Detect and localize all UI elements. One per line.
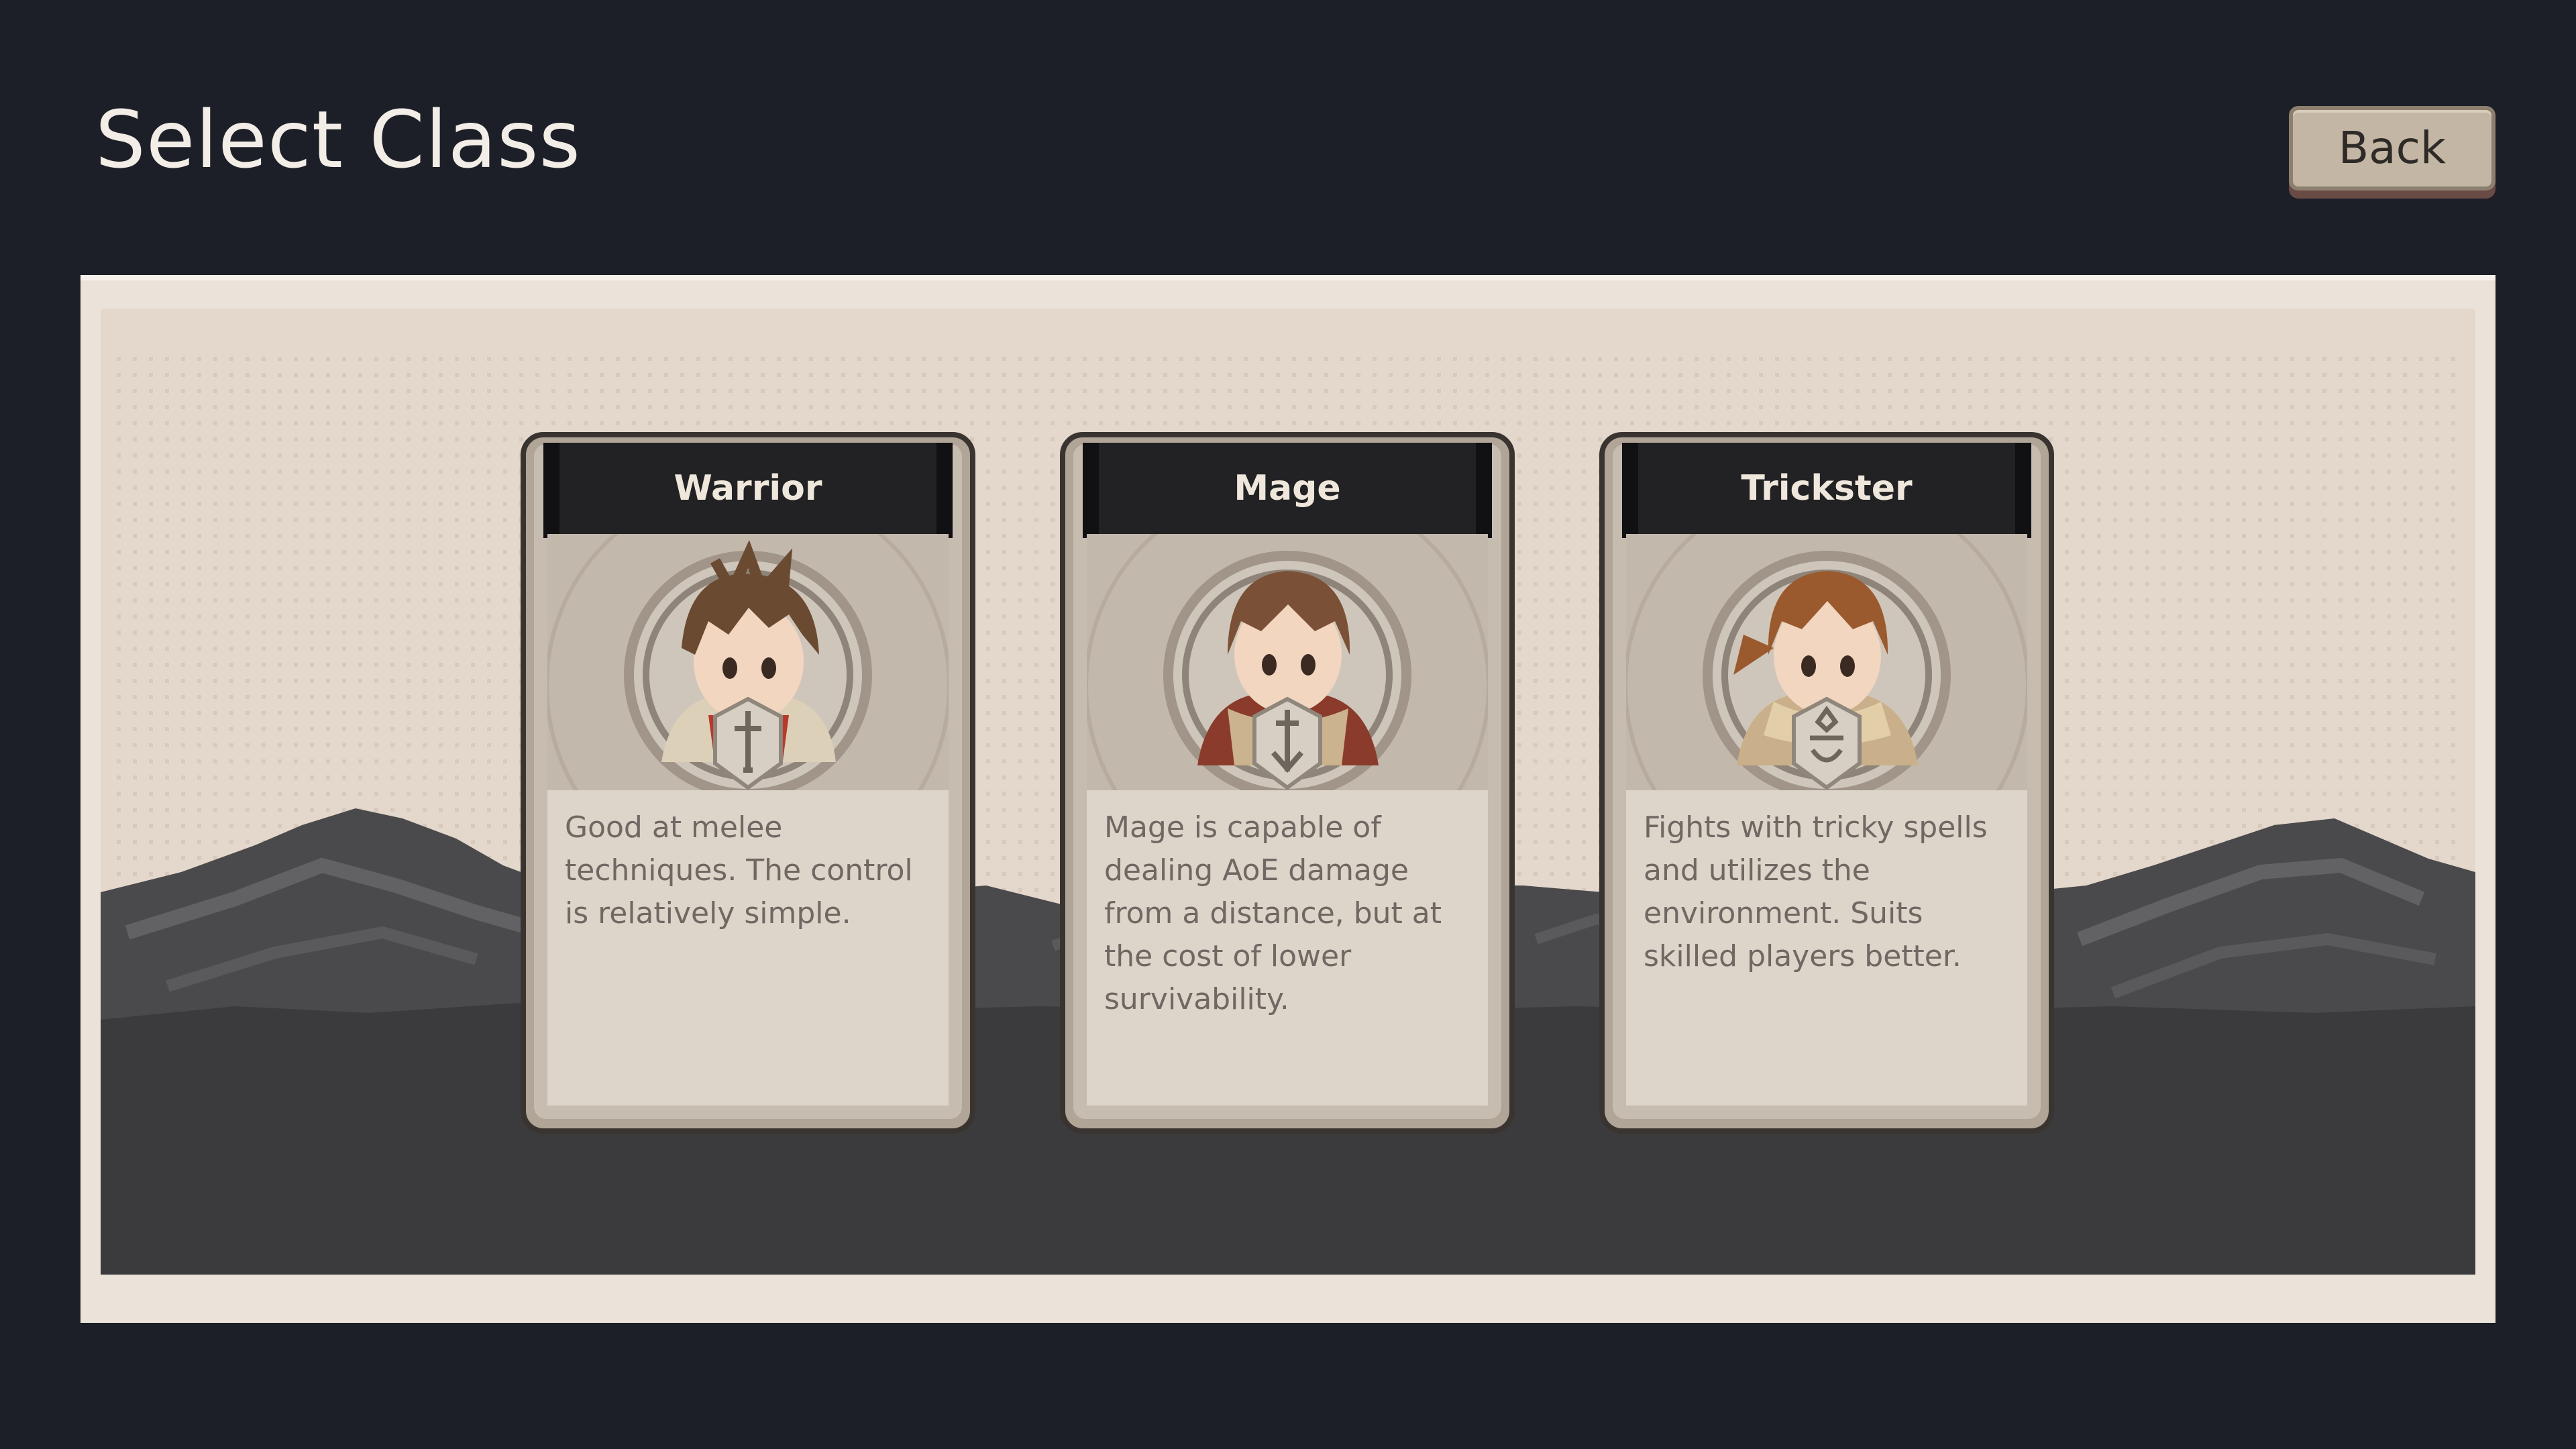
class-name: Warrior <box>674 468 822 508</box>
description-area: Mage is capable of dealing AoE damage fr… <box>1087 790 1488 1106</box>
portrait-area <box>1087 534 1488 790</box>
page-title: Select Class <box>95 93 581 186</box>
crown-icon <box>1792 696 1862 790</box>
class-card-mage[interactable]: Mage Mage is capable of dealing AoE dama… <box>1060 432 1515 1134</box>
card-header: Trickster <box>1622 443 2031 538</box>
card-header: Mage <box>1083 443 1492 538</box>
card-header: Warrior <box>543 443 953 538</box>
class-card-warrior[interactable]: Warrior Good at melee techniques. The co… <box>521 432 975 1134</box>
staff-icon <box>1252 696 1322 790</box>
class-name: Mage <box>1234 468 1341 508</box>
class-description: Mage is capable of dealing AoE damage fr… <box>1104 810 1442 1016</box>
sword-icon <box>713 696 783 790</box>
class-name: Trickster <box>1741 468 1913 508</box>
class-card-trickster[interactable]: Trickster Fights with tricky spells and … <box>1599 432 2054 1134</box>
portrait-area <box>1626 534 2027 790</box>
description-area: Fights with tricky spells and utilizes t… <box>1626 790 2027 1106</box>
class-description: Fights with tricky spells and utilizes t… <box>1644 810 1988 973</box>
description-area: Good at melee techniques. The control is… <box>547 790 949 1106</box>
portrait-area <box>547 534 949 790</box>
class-description: Good at melee techniques. The control is… <box>565 810 913 930</box>
back-button[interactable]: Back <box>2289 106 2496 191</box>
